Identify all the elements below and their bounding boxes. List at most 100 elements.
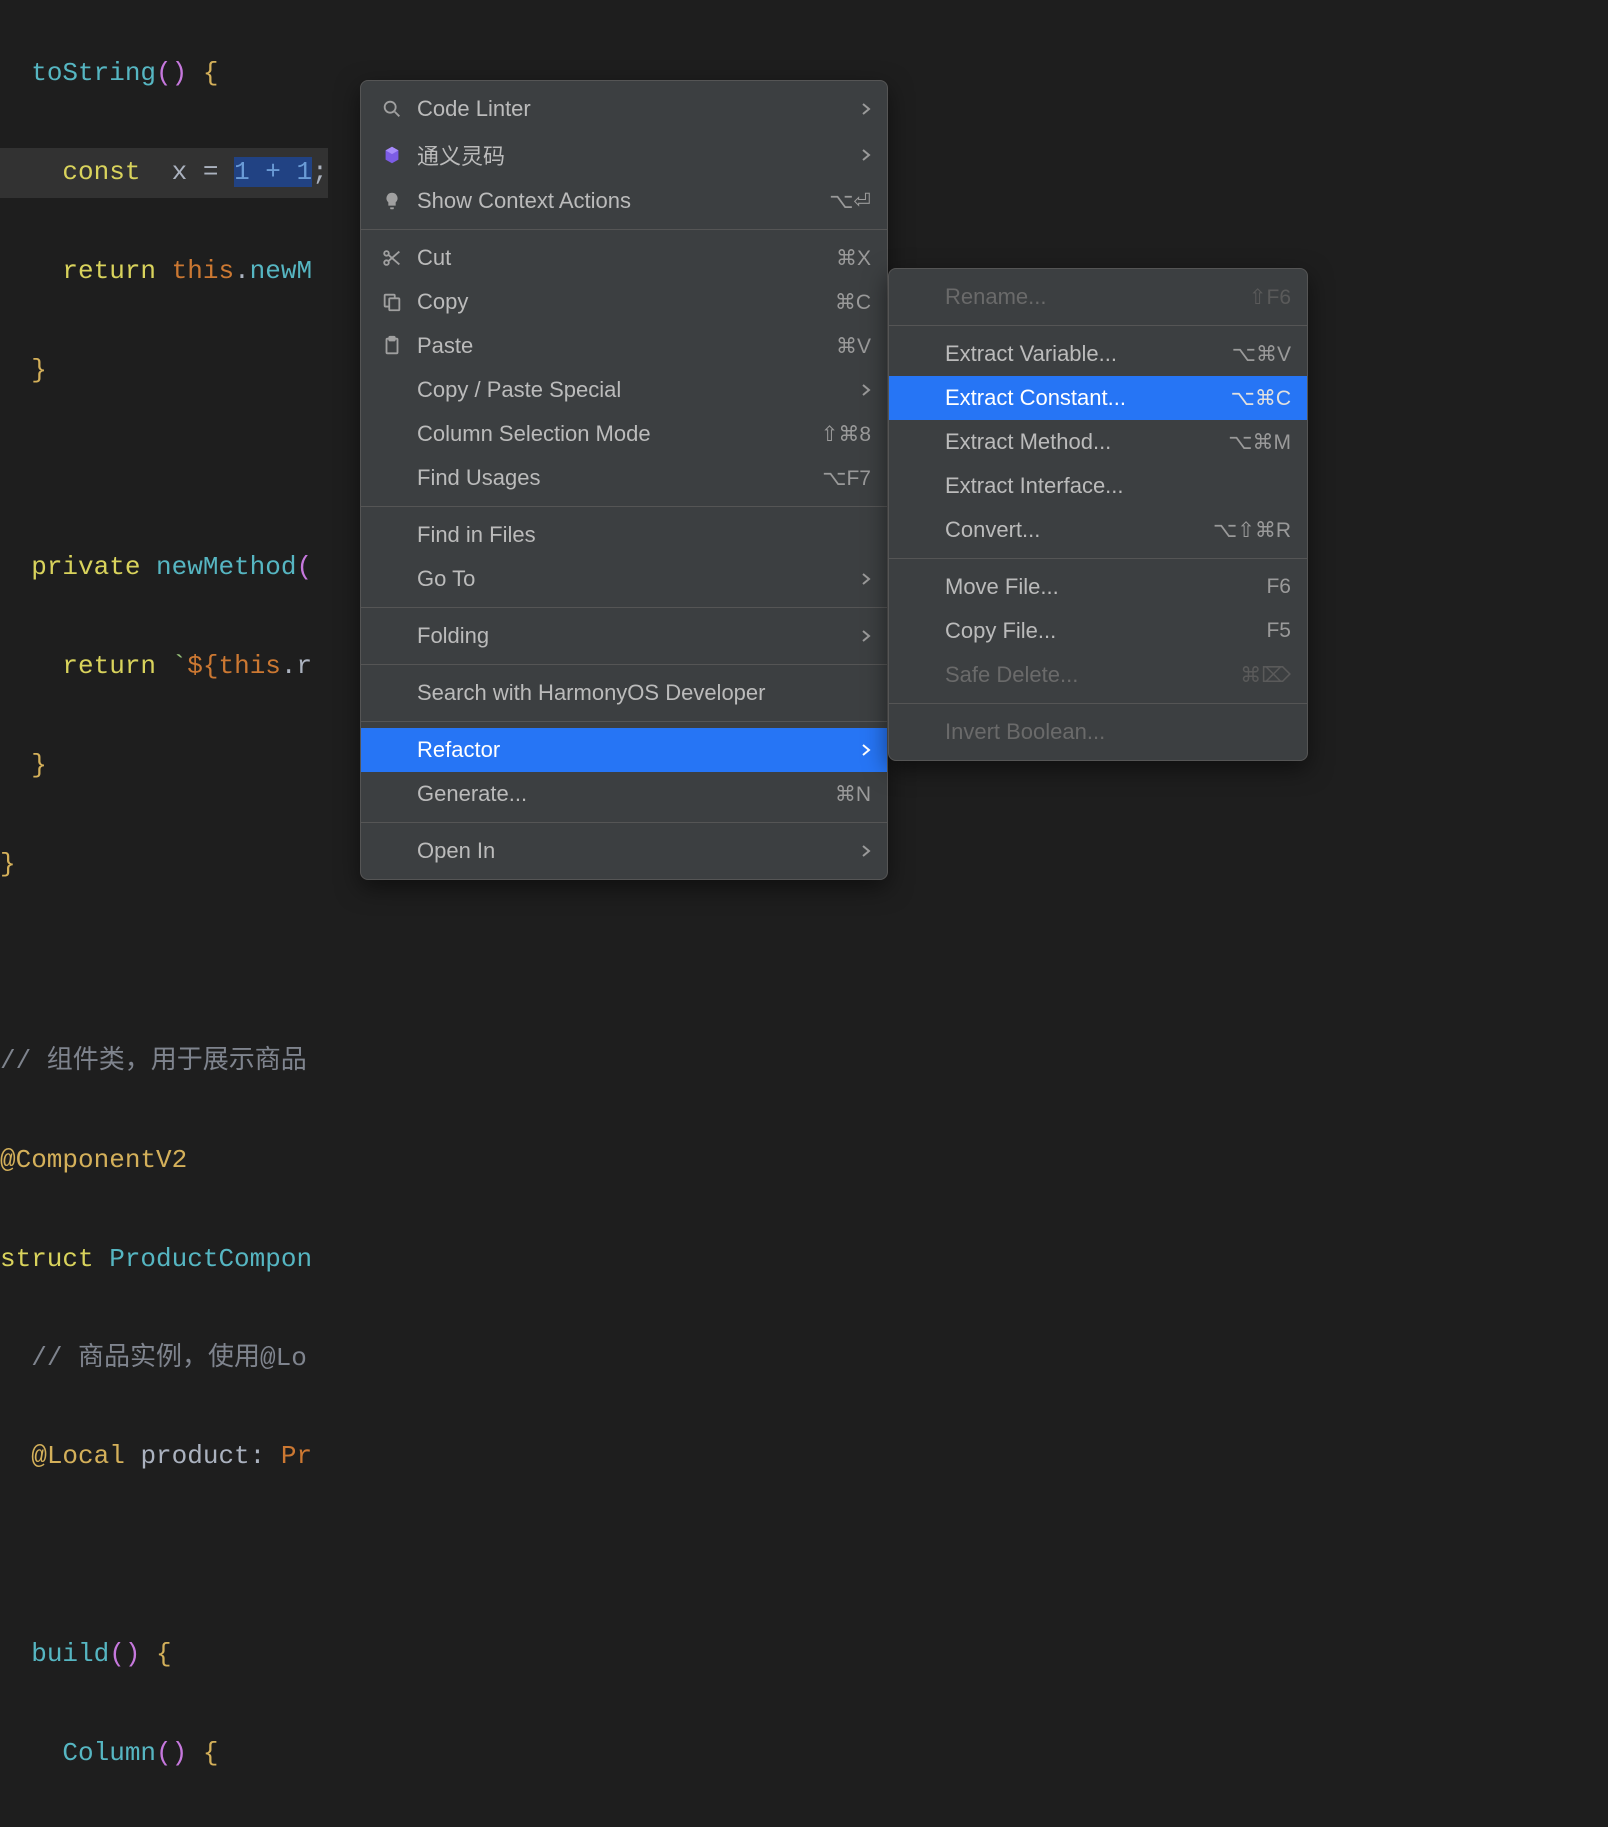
menu-item-extract-method[interactable]: Extract Method... ⌥⌘M <box>889 420 1307 464</box>
menu-label: Safe Delete... <box>945 662 1210 688</box>
menu-separator <box>361 506 887 507</box>
magnify-icon <box>377 98 407 120</box>
menu-item-extract-interface[interactable]: Extract Interface... <box>889 464 1307 508</box>
selected-text[interactable]: 1 + 1 <box>234 157 312 187</box>
menu-item-[interactable]: 通义灵码 <box>361 131 887 179</box>
menu-item-folding[interactable]: Folding <box>361 614 887 658</box>
menu-label: Open In <box>417 838 841 864</box>
this-keyword: this <box>156 256 234 286</box>
menu-item-open-in[interactable]: Open In <box>361 829 887 873</box>
method-call: newM <box>250 256 312 286</box>
menu-item-search-with-harmonyos-developer[interactable]: Search with HarmonyOS Developer <box>361 671 887 715</box>
struct-name: ProductCompon <box>94 1244 312 1274</box>
refactor-submenu[interactable]: Rename...⇧F6Extract Variable...⌥⌘VExtrac… <box>888 268 1308 761</box>
menu-separator <box>889 325 1307 326</box>
property: product <box>125 1441 250 1471</box>
parens: () <box>109 1639 140 1669</box>
menu-label: Generate... <box>417 781 805 807</box>
menu-item-copy-paste-special[interactable]: Copy / Paste Special <box>361 368 887 412</box>
menu-item-extract-variable[interactable]: Extract Variable... ⌥⌘V <box>889 332 1307 376</box>
template-literal: ` <box>156 651 187 681</box>
menu-shortcut: ⌥⌘M <box>1228 430 1291 455</box>
chevron-right-icon <box>861 743 871 757</box>
menu-separator <box>361 822 887 823</box>
comment: // 商品实例，使用@Lo <box>31 1343 307 1373</box>
brace: { <box>140 1639 171 1669</box>
scissors-icon <box>377 247 407 269</box>
menu-item-show-context-actions[interactable]: Show Context Actions⌥⏎ <box>361 179 887 223</box>
menu-shortcut: ⌥⏎ <box>829 189 871 214</box>
menu-label: Folding <box>417 623 841 649</box>
menu-separator <box>361 721 887 722</box>
close-brace: } <box>31 750 47 780</box>
menu-separator <box>361 607 887 608</box>
menu-item-copy-file[interactable]: Copy File... F5 <box>889 609 1307 653</box>
method-name: toString <box>31 58 156 88</box>
menu-label: Cut <box>417 245 806 271</box>
menu-label: Search with HarmonyOS Developer <box>417 680 871 706</box>
return-keyword: return <box>62 651 156 681</box>
menu-separator <box>361 229 887 230</box>
menu-label: Extract Constant... <box>945 385 1201 411</box>
return-keyword: return <box>62 256 156 286</box>
menu-label: Code Linter <box>417 96 841 122</box>
menu-item-find-usages[interactable]: Find Usages ⌥F7 <box>361 456 887 500</box>
menu-shortcut: ⌥⌘C <box>1231 386 1291 411</box>
menu-label: Paste <box>417 333 806 359</box>
menu-item-rename: Rename...⇧F6 <box>889 275 1307 319</box>
menu-label: Convert... <box>945 517 1183 543</box>
column-call: Column <box>62 1738 156 1768</box>
menu-shortcut: ⌥⌘V <box>1232 342 1291 367</box>
menu-item-move-file[interactable]: Move File... F6 <box>889 565 1307 609</box>
var-name: x <box>140 157 202 187</box>
comment: // 组件类，用于展示商品 <box>0 1046 307 1076</box>
menu-label: Extract Interface... <box>945 473 1291 499</box>
menu-shortcut: ⇧⌘8 <box>821 422 871 447</box>
menu-item-paste[interactable]: Paste⌘V <box>361 324 887 368</box>
menu-shortcut: F5 <box>1266 619 1291 643</box>
context-menu[interactable]: Code Linter 通义灵码Show Context Actions⌥⏎ Cut… <box>360 80 888 880</box>
menu-item-safe-delete: Safe Delete... ⌘⌦ <box>889 653 1307 697</box>
chevron-right-icon <box>861 844 871 858</box>
menu-label: Copy File... <box>945 618 1236 644</box>
clipboard-icon <box>377 335 407 357</box>
menu-item-cut[interactable]: Cut ⌘X <box>361 236 887 280</box>
menu-item-refactor[interactable]: Refactor <box>361 728 887 772</box>
menu-label: Extract Method... <box>945 429 1198 455</box>
menu-label: Extract Variable... <box>945 341 1202 367</box>
menu-item-column-selection-mode[interactable]: Column Selection Mode⇧⌘8 <box>361 412 887 456</box>
menu-separator <box>889 558 1307 559</box>
parens: () <box>156 1738 187 1768</box>
menu-item-copy[interactable]: Copy⌘C <box>361 280 887 324</box>
colon: : <box>250 1441 281 1471</box>
menu-separator <box>361 664 887 665</box>
menu-item-generate[interactable]: Generate...⌘N <box>361 772 887 816</box>
equals: = <box>203 157 234 187</box>
menu-label: Invert Boolean... <box>945 719 1291 745</box>
menu-shortcut: ⌘⌦ <box>1240 663 1291 688</box>
menu-item-convert[interactable]: Convert... ⌥⇧⌘R <box>889 508 1307 552</box>
menu-shortcut: ⇧F6 <box>1249 285 1291 310</box>
menu-label: Go To <box>417 566 841 592</box>
menu-label: Move File... <box>945 574 1236 600</box>
menu-shortcut: F6 <box>1266 575 1291 599</box>
dot: . <box>234 256 250 286</box>
this-keyword: this <box>218 651 280 681</box>
menu-label: Find Usages <box>417 465 792 491</box>
annotation: @ComponentV2 <box>0 1145 187 1175</box>
close-brace: } <box>31 355 47 385</box>
menu-item-go-to[interactable]: Go To <box>361 557 887 601</box>
menu-item-find-in-files[interactable]: Find in Files <box>361 513 887 557</box>
bulb-icon <box>377 190 407 212</box>
menu-shortcut: ⌥⇧⌘R <box>1213 518 1291 543</box>
menu-item-code-linter[interactable]: Code Linter <box>361 87 887 131</box>
chevron-right-icon <box>861 572 871 586</box>
menu-item-extract-constant[interactable]: Extract Constant... ⌥⌘C <box>889 376 1307 420</box>
copy-icon <box>377 291 407 313</box>
menu-shortcut: ⌥F7 <box>822 466 871 491</box>
menu-shortcut: ⌘X <box>836 246 871 271</box>
tongyi-icon <box>377 144 407 166</box>
menu-label: Find in Files <box>417 522 871 548</box>
menu-label: Copy / Paste Special <box>417 377 841 403</box>
code-editor[interactable]: toString() { const x = 1 + 1; return thi… <box>0 0 328 1827</box>
